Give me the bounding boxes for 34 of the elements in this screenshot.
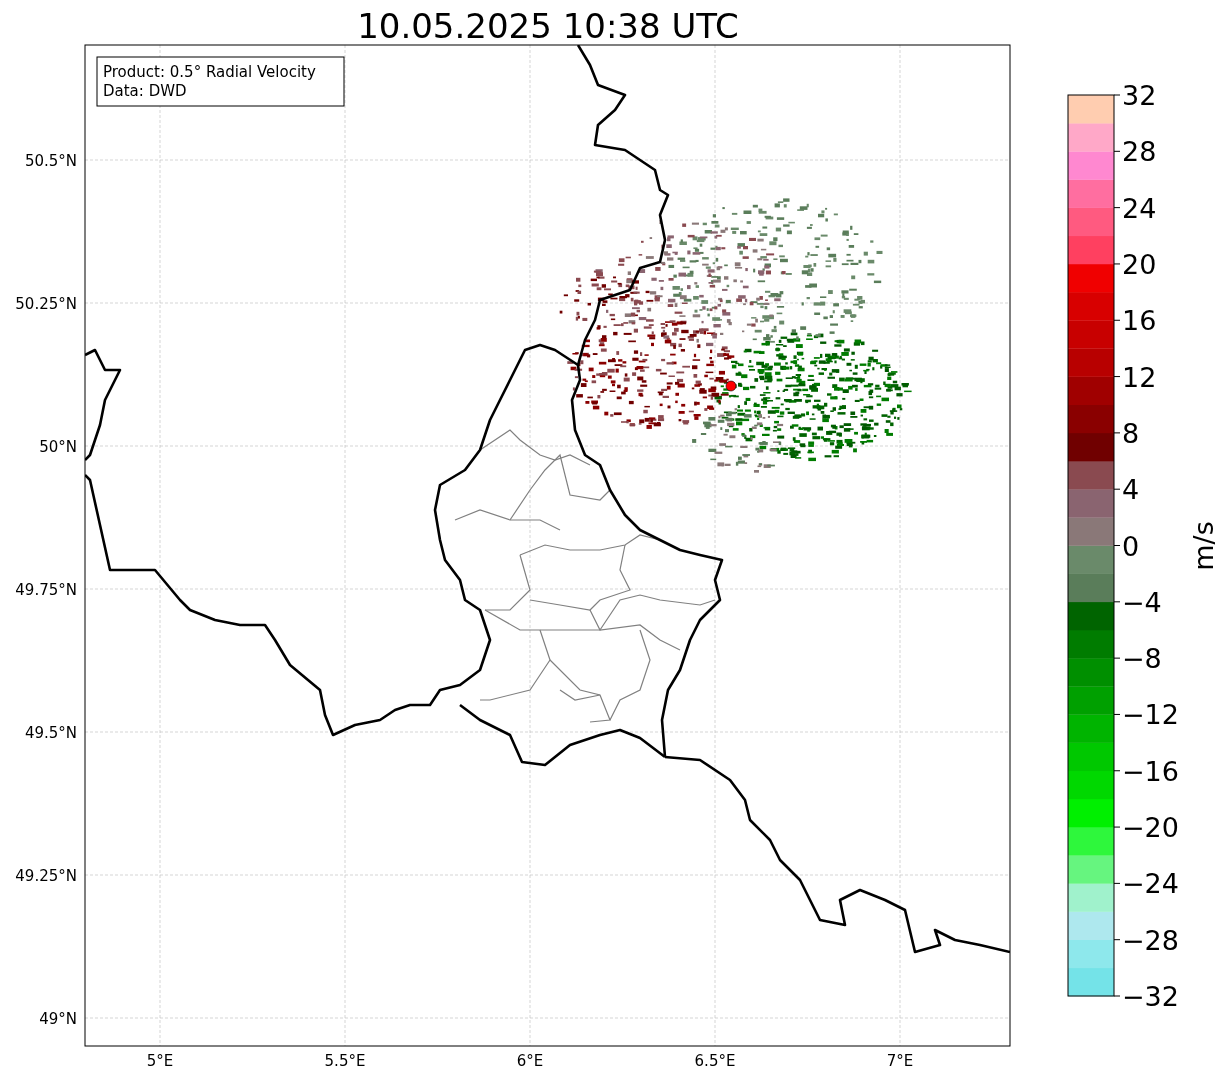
colorbar-tick-label: 0 — [1122, 530, 1140, 562]
colorbar-tick-label: −28 — [1122, 924, 1179, 956]
colorbar-tick-label: −24 — [1122, 868, 1179, 900]
colorbar-tick-label: 8 — [1122, 417, 1140, 449]
colorbar-tick-label: −4 — [1122, 586, 1162, 618]
colorbar-tick-label: −8 — [1122, 643, 1162, 675]
colorbar-tick-label: −16 — [1122, 755, 1179, 787]
info-text: Product: 0.5° Radial Velocity — [103, 63, 316, 81]
colorbar-tick-label: 16 — [1122, 305, 1157, 337]
colorbar-label: m/s — [1188, 521, 1219, 571]
colorbar-tick-label: −20 — [1122, 812, 1179, 844]
latitude-label: 50°N — [39, 438, 77, 456]
colorbar-tick-label: 20 — [1122, 248, 1157, 280]
latitude-label: 49.75°N — [15, 581, 77, 599]
latitude-label: 49.5°N — [24, 724, 77, 742]
longitude-label: 6.5°E — [694, 1052, 736, 1070]
colorbar-tick-label: 28 — [1122, 136, 1157, 168]
longitude-label: 5.5°E — [324, 1052, 366, 1070]
colorbar-tick-label: 32 — [1122, 80, 1157, 111]
chart-title: 10.05.2025 10:38 UTC — [357, 6, 739, 46]
info-text: Data: DWD — [103, 82, 187, 100]
colorbar-tick-label: −32 — [1122, 981, 1179, 1012]
latitude-label: 50.5°N — [24, 152, 77, 170]
radar-site-marker — [725, 380, 737, 392]
longitude-label: 7°E — [886, 1052, 914, 1070]
colorbar-tick-label: 24 — [1122, 192, 1157, 224]
latitude-label: 49.25°N — [15, 867, 77, 885]
latitude-label: 49°N — [39, 1010, 77, 1028]
longitude-label: 5°E — [146, 1052, 174, 1070]
colorbar-tick-label: 12 — [1122, 361, 1157, 393]
longitude-label: 6°E — [516, 1052, 544, 1070]
colorbar-tick-label: 4 — [1122, 474, 1140, 506]
latitude-label: 50.25°N — [15, 295, 77, 313]
colorbar-tick-label: −12 — [1122, 699, 1179, 731]
